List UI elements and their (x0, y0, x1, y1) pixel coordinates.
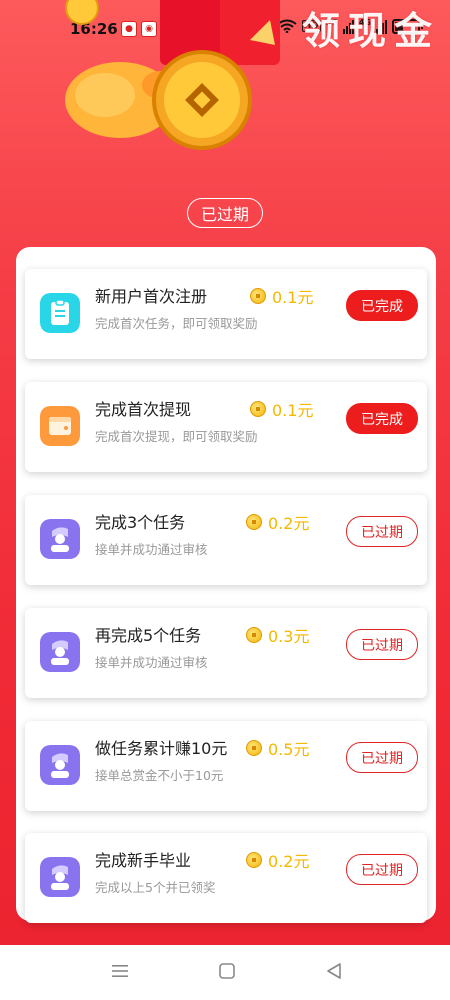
user-card-icon (40, 745, 80, 785)
coin-icon (246, 514, 262, 530)
piggy-bank-illustration (65, 0, 280, 150)
task-description: 完成以上5个并已领奖 (95, 880, 216, 895)
coin-icon (246, 627, 262, 643)
task-card: 再完成5个任务 接单并成功通过审核 0.3元 已过期 (25, 608, 427, 698)
task-title: 完成新手毕业 (95, 851, 192, 870)
task-status-button[interactable]: 已过期 (346, 516, 418, 547)
task-reward: 0.1元 (250, 397, 313, 421)
coin-icon (250, 401, 266, 417)
task-title: 再完成5个任务 (95, 626, 202, 645)
task-reward: 0.5元 (246, 736, 309, 760)
user-card-icon (40, 857, 80, 897)
task-title: 完成3个任务 (95, 513, 186, 532)
task-card: 完成3个任务 接单并成功通过审核 0.2元 已过期 (25, 495, 427, 585)
task-description: 接单并成功通过审核 (95, 542, 208, 557)
task-title: 完成首次提现 (95, 400, 192, 419)
reward-amount: 0.2元 (268, 514, 310, 533)
clipboard-icon (40, 293, 80, 333)
back-icon[interactable] (322, 959, 346, 983)
task-reward: 0.3元 (246, 623, 309, 647)
task-reward: 0.1元 (250, 284, 313, 308)
task-card: 新用户首次注册 完成首次任务，即可领取奖励 0.1元 已完成 (25, 269, 427, 359)
menu-icon[interactable] (108, 959, 132, 983)
reward-amount: 0.2元 (268, 852, 310, 871)
task-description: 接单总赏金不小于10元 (95, 768, 224, 783)
user-card-icon (40, 632, 80, 672)
task-status-button[interactable]: 已过期 (346, 629, 418, 660)
task-description: 接单并成功通过审核 (95, 655, 208, 670)
task-title: 新用户首次注册 (95, 287, 208, 306)
user-card-icon (40, 519, 80, 559)
coin-icon (250, 288, 266, 304)
expired-status-pill: 已过期 (187, 198, 263, 228)
coin-icon (246, 740, 262, 756)
task-status-button[interactable]: 已过期 (346, 854, 418, 885)
system-navigation-bar (0, 945, 450, 1000)
task-status-button[interactable]: 已完成 (346, 290, 418, 321)
task-status-button[interactable]: 已完成 (346, 403, 418, 434)
task-title: 做任务累计赚10元 (95, 739, 228, 758)
task-card: 做任务累计赚10元 接单总赏金不小于10元 0.5元 已过期 (25, 721, 427, 811)
task-description: 完成首次提现，即可领取奖励 (95, 429, 258, 444)
reward-amount: 0.5元 (268, 740, 310, 759)
task-reward: 0.2元 (246, 510, 309, 534)
task-status-button[interactable]: 已过期 (346, 742, 418, 773)
page-title: 领现金 (301, 9, 440, 53)
task-card: 完成首次提现 完成首次提现，即可领取奖励 0.1元 已完成 (25, 382, 427, 472)
reward-amount: 0.3元 (268, 627, 310, 646)
task-description: 完成首次任务，即可领取奖励 (95, 316, 258, 331)
task-reward: 0.2元 (246, 848, 309, 872)
coin-icon (246, 852, 262, 868)
home-icon[interactable] (215, 959, 239, 983)
reward-amount: 0.1元 (272, 401, 314, 420)
task-panel: 新用户首次注册 完成首次任务，即可领取奖励 0.1元 已完成 完成首次提现 完成… (16, 247, 436, 923)
wallet-icon (40, 406, 80, 446)
reward-amount: 0.1元 (272, 288, 314, 307)
task-card: 完成新手毕业 完成以上5个并已领奖 0.2元 已过期 (25, 833, 427, 923)
